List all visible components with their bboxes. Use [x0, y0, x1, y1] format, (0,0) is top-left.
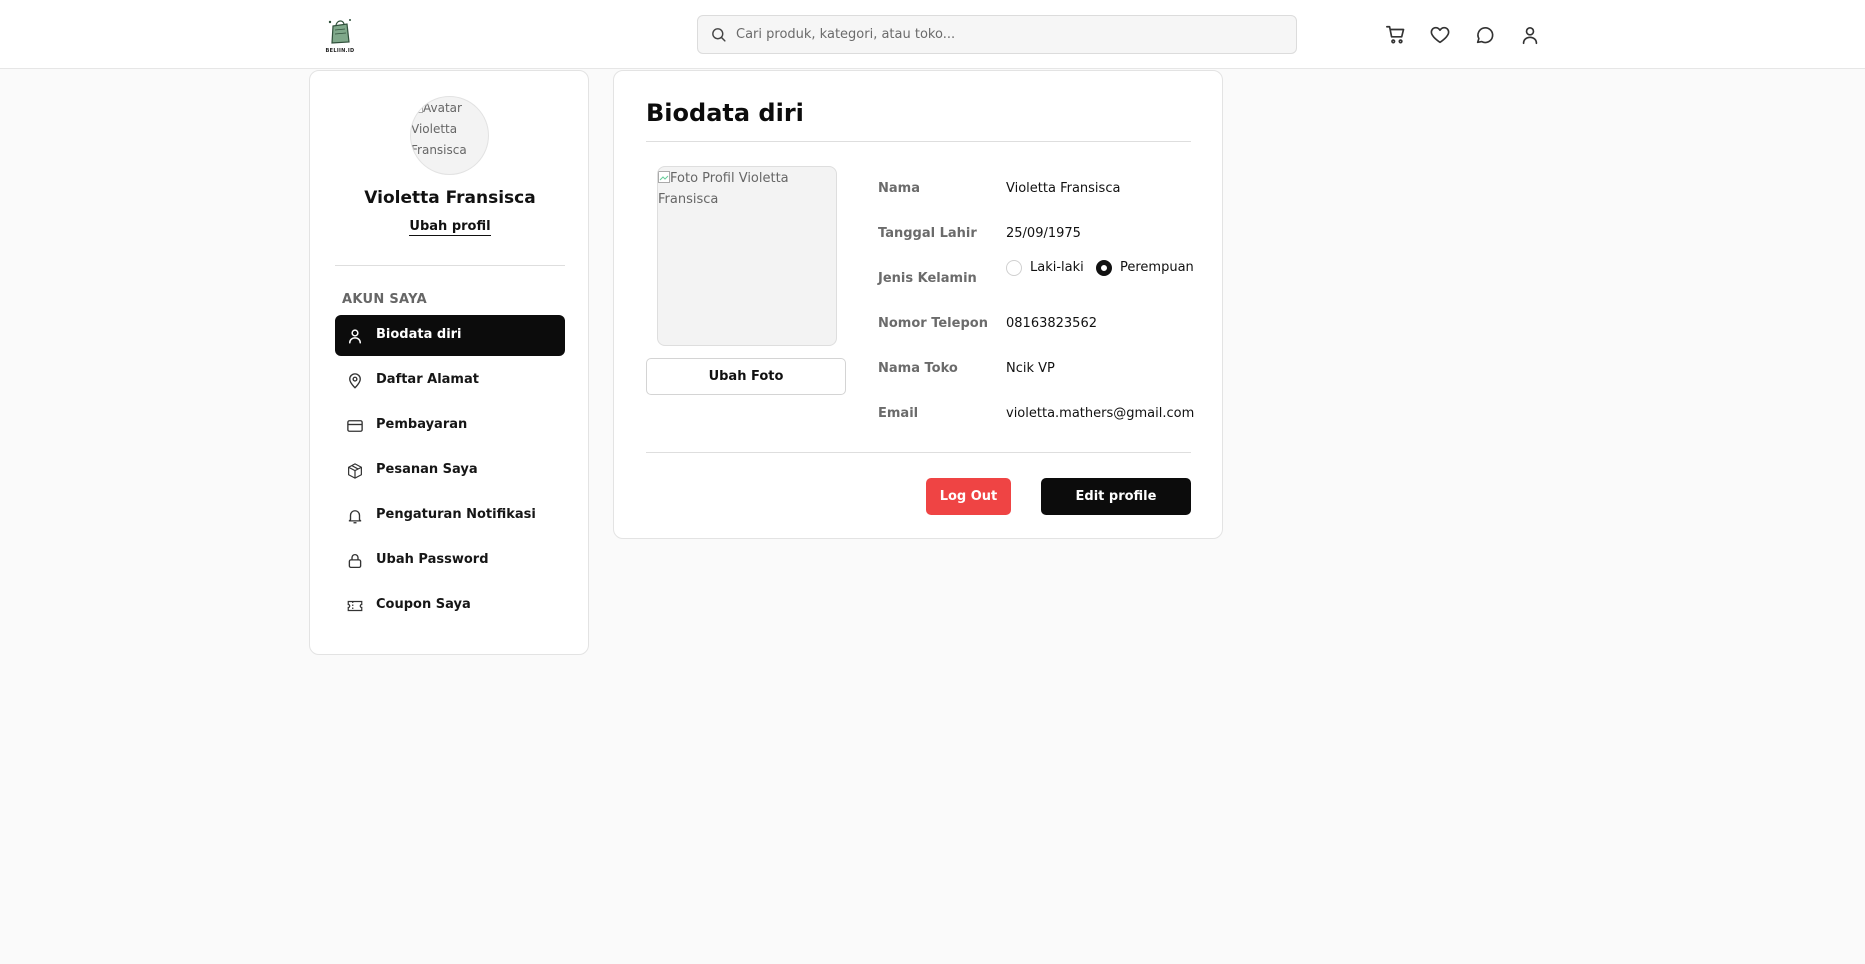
user-icon[interactable]	[1519, 24, 1541, 46]
credit-card-icon	[347, 420, 363, 432]
broken-image-icon	[658, 171, 670, 183]
logo-text: BELIIN.ID	[325, 48, 355, 54]
map-pin-icon	[349, 373, 361, 389]
change-photo-button[interactable]: Ubah Foto	[646, 358, 846, 395]
sidebar-item-ubah-password[interactable]: Ubah Password	[335, 540, 565, 581]
footer-divider	[646, 452, 1191, 453]
title-divider	[646, 141, 1191, 142]
sidebar-item-pembayaran[interactable]: Pembayaran	[335, 405, 565, 446]
sidebar-item-pengaturan-notifikasi[interactable]: Pengaturan Notifikasi	[335, 495, 565, 536]
search-input[interactable]	[736, 16, 1286, 53]
lock-icon	[348, 554, 362, 569]
logout-button[interactable]: Log Out	[926, 478, 1011, 515]
sidebar-item-daftar-alamat[interactable]: Daftar Alamat	[335, 360, 565, 401]
profile-photo: Foto Profil Violetta Fransisca	[657, 166, 837, 346]
sidebar-item-label: Pesanan Saya	[376, 462, 478, 477]
user-icon	[349, 329, 361, 344]
edit-profile-button[interactable]: Edit profile	[1041, 478, 1191, 515]
search-icon	[712, 28, 726, 42]
section-title: AKUN SAYA	[342, 292, 427, 307]
store-label: Nama Toko	[878, 361, 958, 376]
edit-profile-link[interactable]: Ubah profil	[310, 219, 590, 236]
bell-icon	[348, 510, 362, 524]
chat-icon[interactable]	[1474, 24, 1496, 46]
edit-profile-link-text[interactable]: Ubah profil	[409, 219, 491, 236]
avatar[interactable]: Avatar Violetta Fransisca	[410, 96, 489, 175]
radio-circle[interactable]	[1006, 260, 1022, 276]
shopping-bag-logo-icon	[328, 19, 351, 44]
sidebar-item-label: Daftar Alamat	[376, 372, 479, 387]
account-menu: Biodata diri Daftar Alamat Pembayaran Pe…	[335, 315, 565, 630]
name-label: Nama	[878, 181, 920, 196]
heart-icon[interactable]	[1429, 24, 1451, 46]
search-bar[interactable]	[697, 15, 1297, 54]
sidebar-item-label: Biodata diri	[376, 327, 462, 342]
site-logo[interactable]: BELIIN.ID	[321, 16, 359, 54]
page-title: Biodata diri	[646, 99, 804, 127]
ticket-icon	[347, 600, 363, 612]
sidebar-item-pesanan-saya[interactable]: Pesanan Saya	[335, 450, 565, 491]
radio-label: Perempuan	[1120, 260, 1194, 275]
broken-image-icon	[411, 101, 423, 113]
user-name: Violetta Fransisca	[364, 188, 536, 208]
radio-circle[interactable]	[1096, 260, 1112, 276]
sidebar-item-label: Coupon Saya	[376, 597, 471, 612]
sidebar-item-label: Ubah Password	[376, 552, 489, 567]
photo-alt-text: Foto Profil Violetta Fransisca	[658, 171, 789, 207]
biodata-card: Biodata diri Foto Profil Violetta Fransi…	[613, 70, 1223, 539]
dob-label: Tanggal Lahir	[878, 226, 977, 241]
name-value: Violetta Fransisca	[1006, 181, 1121, 196]
package-icon	[348, 463, 362, 479]
account-sidebar: Avatar Violetta Fransisca Violetta Frans…	[309, 70, 589, 655]
phone-label: Nomor Telepon	[878, 316, 988, 331]
dob-value: 25/09/1975	[1006, 226, 1081, 241]
sidebar-item-label: Pembayaran	[376, 417, 468, 432]
sidebar-item-label: Pengaturan Notifikasi	[376, 507, 536, 522]
sidebar-divider	[335, 265, 565, 266]
cart-icon[interactable]	[1385, 24, 1407, 46]
sidebar-item-biodata[interactable]: Biodata diri	[335, 315, 565, 356]
phone-value: 08163823562	[1006, 316, 1097, 331]
store-value: Ncik VP	[1006, 361, 1055, 376]
top-header: BELIIN.ID	[0, 0, 1865, 69]
sidebar-item-coupon-saya[interactable]: Coupon Saya	[335, 585, 565, 626]
email-value: violetta.mathers@gmail.com	[1006, 406, 1195, 421]
email-label: Email	[878, 406, 919, 421]
gender-label: Jenis Kelamin	[878, 271, 977, 286]
radio-label: Laki-laki	[1030, 260, 1084, 275]
